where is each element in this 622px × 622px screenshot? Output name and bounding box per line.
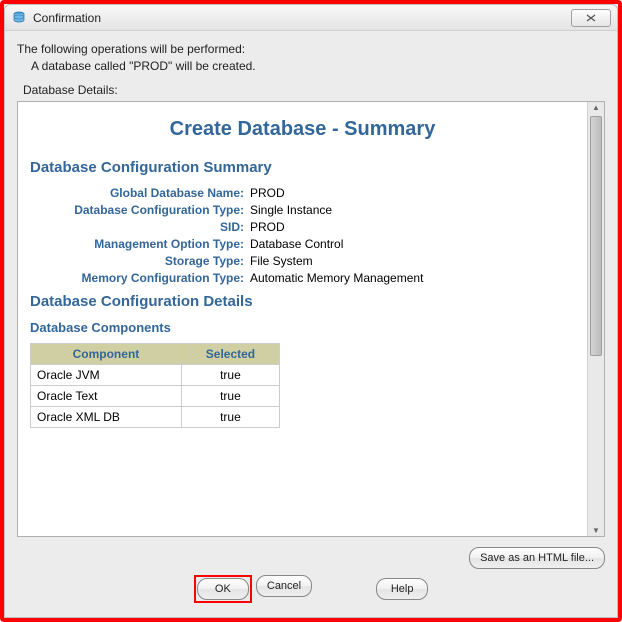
row-mem-type: Memory Configuration Type: Automatic Mem…: [30, 271, 575, 285]
label-sid: SID:: [30, 220, 250, 234]
titlebar: Confirmation: [5, 5, 617, 31]
table-row: Oracle XML DB true: [31, 406, 280, 427]
col-selected: Selected: [181, 343, 279, 364]
save-button-row: Save as an HTML file...: [17, 547, 605, 569]
component-selected: true: [181, 406, 279, 427]
component-selected: true: [181, 364, 279, 385]
summary-title: Create Database - Summary: [30, 118, 575, 141]
dialog-body: The following operations will be perform…: [5, 31, 617, 617]
col-component: Component: [31, 343, 182, 364]
component-selected: true: [181, 385, 279, 406]
details-label: Database Details:: [17, 83, 605, 97]
scroll-up-icon[interactable]: ▲: [590, 102, 602, 114]
row-mgmt-type: Management Option Type: Database Control: [30, 237, 575, 251]
config-summary-heading: Database Configuration Summary: [30, 159, 575, 176]
table-row: Oracle JVM true: [31, 364, 280, 385]
label-global-db-name: Global Database Name:: [30, 186, 250, 200]
value-mem-type: Automatic Memory Management: [250, 271, 423, 285]
value-global-db-name: PROD: [250, 186, 285, 200]
component-name: Oracle JVM: [31, 364, 182, 385]
main-button-row: OK Cancel Help: [17, 575, 605, 609]
label-storage-type: Storage Type:: [30, 254, 250, 268]
component-name: Oracle XML DB: [31, 406, 182, 427]
label-mem-type: Memory Configuration Type:: [30, 271, 250, 285]
components-heading: Database Components: [30, 320, 575, 335]
value-config-type: Single Instance: [250, 203, 332, 217]
value-mgmt-type: Database Control: [250, 237, 343, 251]
ok-button[interactable]: OK: [197, 578, 249, 600]
summary-frame: Create Database - Summary Database Confi…: [17, 101, 605, 537]
label-mgmt-type: Management Option Type:: [30, 237, 250, 251]
app-icon: [11, 10, 27, 26]
summary-content: Create Database - Summary Database Confi…: [18, 102, 587, 536]
component-name: Oracle Text: [31, 385, 182, 406]
window-title: Confirmation: [33, 11, 571, 25]
row-sid: SID: PROD: [30, 220, 575, 234]
components-table: Component Selected Oracle JVM true Oracl…: [30, 343, 280, 428]
ok-highlight: OK: [194, 575, 252, 603]
ok-cancel-group: OK Cancel: [194, 575, 312, 603]
row-storage-type: Storage Type: File System: [30, 254, 575, 268]
row-global-db-name: Global Database Name: PROD: [30, 186, 575, 200]
vertical-scrollbar[interactable]: ▲ ▼: [587, 102, 604, 536]
row-config-type: Database Configuration Type: Single Inst…: [30, 203, 575, 217]
confirmation-dialog: Confirmation The following operations wi…: [4, 4, 618, 618]
scroll-thumb[interactable]: [590, 116, 602, 356]
intro-line-1: The following operations will be perform…: [17, 41, 605, 58]
label-config-type: Database Configuration Type:: [30, 203, 250, 217]
save-html-button[interactable]: Save as an HTML file...: [469, 547, 605, 569]
config-details-heading: Database Configuration Details: [30, 293, 575, 310]
help-button[interactable]: Help: [376, 578, 428, 600]
close-button[interactable]: [571, 9, 611, 27]
intro-line-2: A database called "PROD" will be created…: [17, 58, 605, 75]
scroll-down-icon[interactable]: ▼: [590, 524, 602, 536]
intro-text: The following operations will be perform…: [17, 41, 605, 75]
value-sid: PROD: [250, 220, 285, 234]
table-row: Oracle Text true: [31, 385, 280, 406]
value-storage-type: File System: [250, 254, 313, 268]
cancel-button[interactable]: Cancel: [256, 575, 312, 597]
